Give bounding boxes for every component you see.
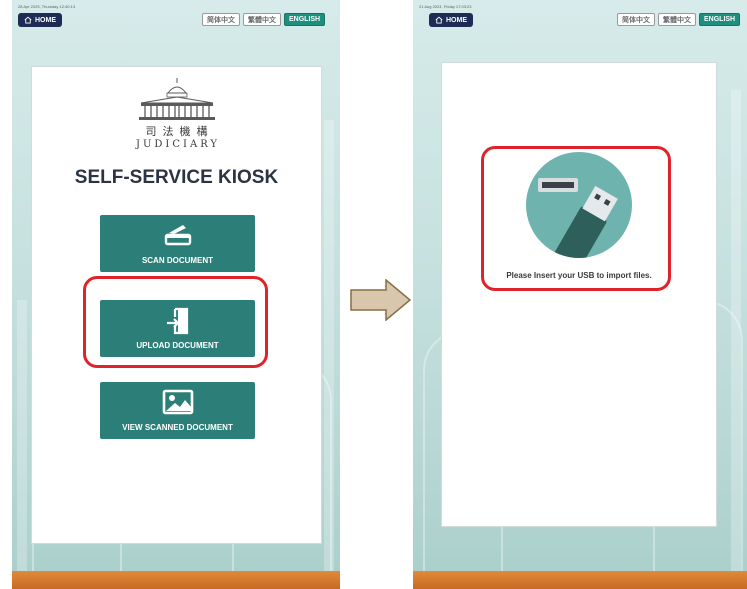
scan-document-button[interactable]: SCAN DOCUMENT — [100, 215, 255, 272]
left-kiosk-screen: 28 Apr 2025, Thursday 12:40:13 HOME 简体中文… — [12, 0, 340, 589]
home-button-label: HOME — [35, 16, 56, 24]
lang-english-button[interactable]: ENGLISH — [699, 13, 741, 26]
page-title: SELF-SERVICE KIOSK — [74, 167, 279, 188]
lang-traditional-chinese-button[interactable]: 繁體中文 — [243, 13, 281, 26]
home-icon — [24, 16, 32, 24]
background-column — [731, 90, 741, 589]
scan-document-label: SCAN DOCUMENT — [141, 256, 214, 265]
judiciary-building-icon — [138, 78, 215, 120]
bottom-bar — [413, 571, 747, 589]
background-column — [324, 120, 334, 589]
view-scanned-document-button[interactable]: VIEW SCANNED DOCUMENT — [100, 382, 255, 439]
bottom-bar — [12, 571, 340, 589]
lang-simplified-chinese-button[interactable]: 简体中文 — [617, 13, 655, 26]
image-icon — [162, 389, 193, 415]
lang-english-button[interactable]: ENGLISH — [284, 13, 326, 26]
home-icon — [435, 16, 443, 24]
logo-chinese-text: 司法機構 — [145, 125, 214, 138]
comparison-stage: 28 Apr 2025, Thursday 12:40:13 HOME 简体中文… — [0, 0, 747, 589]
language-selector: 简体中文 繁體中文 ENGLISH — [202, 13, 326, 26]
arrow-right-icon — [350, 279, 412, 321]
logo-english-text: JUDICIARY — [135, 139, 221, 150]
timestamp: 28 Apr 2025, Thursday 12:40:13 — [18, 4, 76, 9]
background-column — [17, 300, 27, 589]
lang-simplified-chinese-button[interactable]: 简体中文 — [202, 13, 240, 26]
right-kiosk-screen: 21 Aug 2024, Friday 17:03:23 HOME 简体中文 繁… — [413, 0, 747, 589]
highlight-upload-document — [83, 276, 268, 368]
home-button-label: HOME — [446, 16, 467, 24]
home-button[interactable]: HOME — [18, 13, 62, 27]
home-button[interactable]: HOME — [429, 13, 473, 27]
lang-traditional-chinese-button[interactable]: 繁體中文 — [658, 13, 696, 26]
usb-import-card: Please Insert your USB to import files. — [441, 62, 717, 527]
scanner-icon — [164, 225, 191, 246]
language-selector: 简体中文 繁體中文 ENGLISH — [617, 13, 741, 26]
highlight-usb-prompt — [481, 146, 671, 291]
judiciary-logo: 司法機構 JUDICIARY — [132, 77, 222, 150]
timestamp: 21 Aug 2024, Friday 17:03:23 — [419, 4, 472, 9]
view-scanned-document-label: VIEW SCANNED DOCUMENT — [122, 423, 233, 432]
